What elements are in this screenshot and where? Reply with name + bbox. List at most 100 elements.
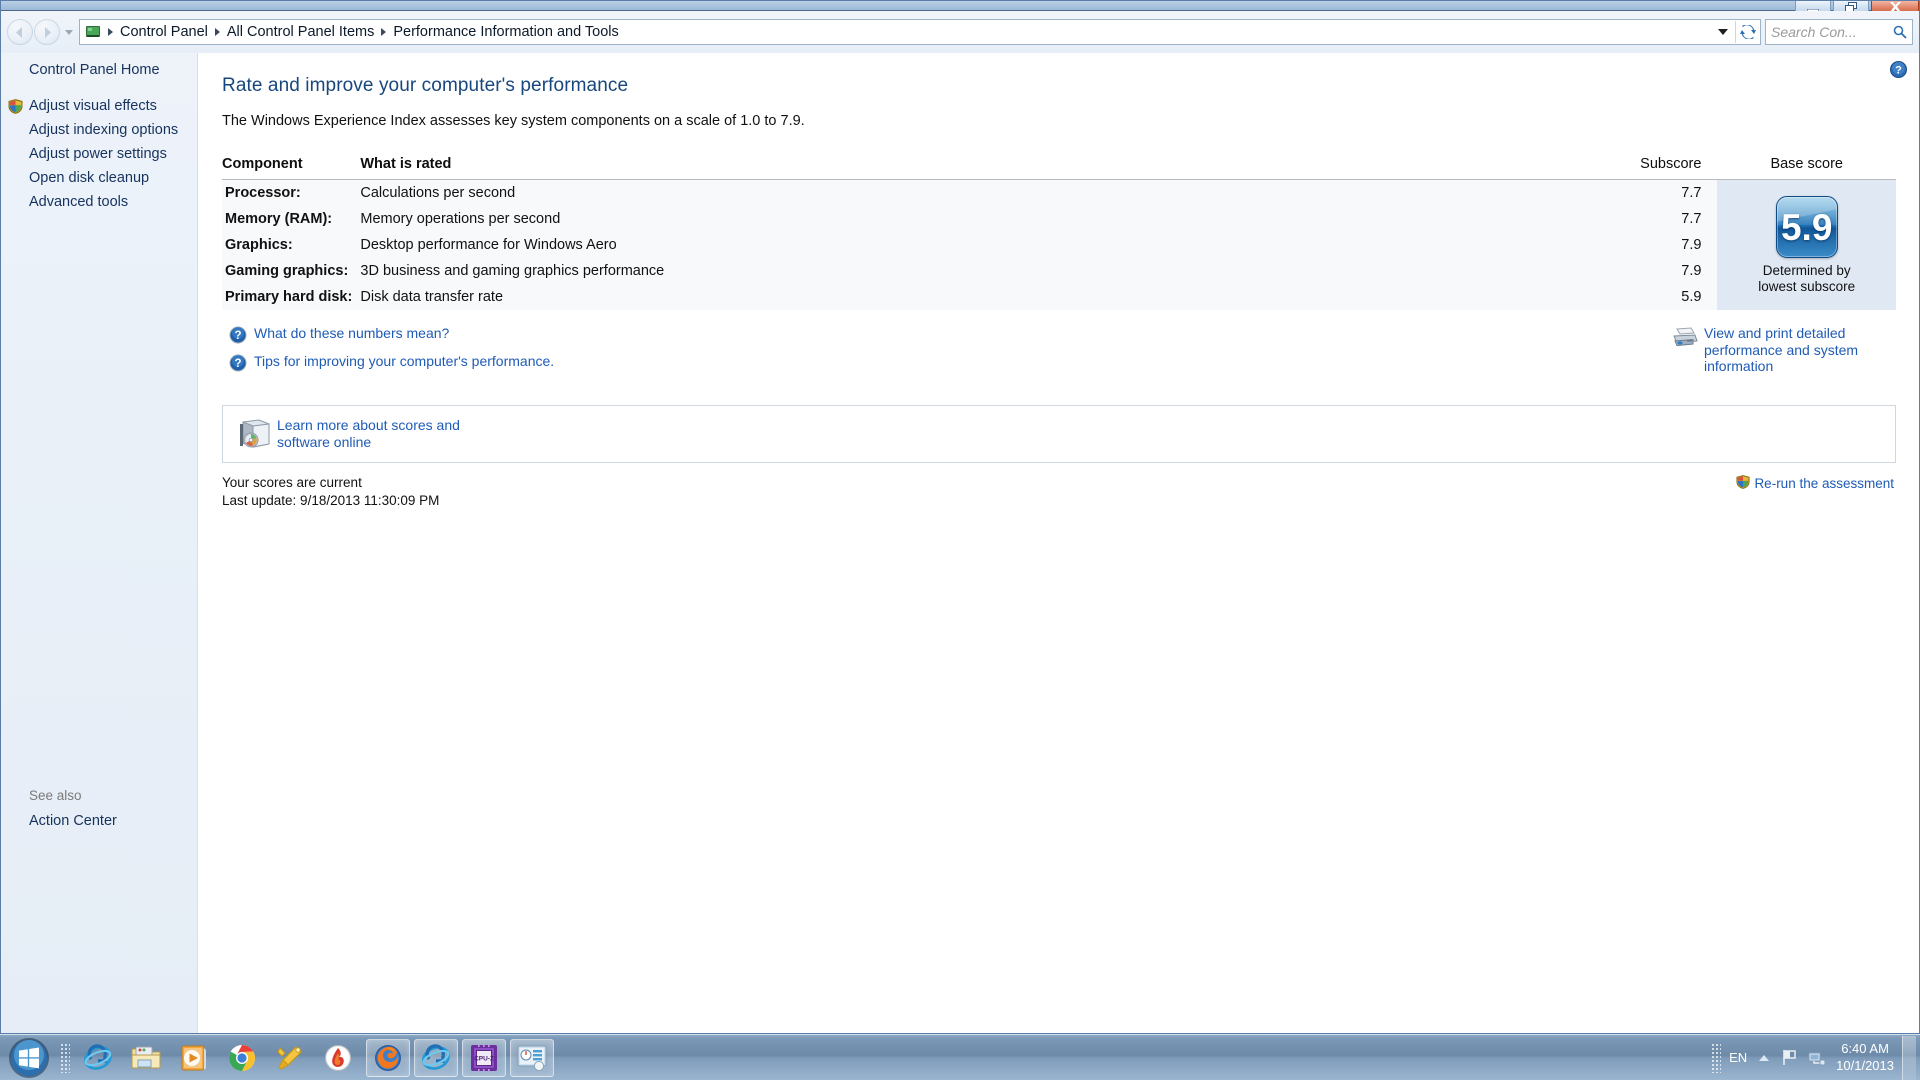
- navigation-bar: Control Panel All Control Panel Items Pe…: [1, 11, 1920, 53]
- base-score-tile: 5.9: [1776, 196, 1838, 258]
- taskbar-icon-internet-explorer[interactable]: [76, 1039, 120, 1077]
- header-component: Component: [222, 156, 360, 180]
- row-component: Memory (RAM):: [222, 206, 360, 232]
- address-dropdown-button[interactable]: [1712, 20, 1734, 44]
- question-mark-icon: ?: [222, 353, 254, 372]
- svg-text:?: ?: [1895, 65, 1902, 77]
- recent-pages-icon[interactable]: [65, 30, 73, 35]
- page-title: Rate and improve your computer's perform…: [222, 75, 1919, 97]
- link-what-numbers-mean[interactable]: ? What do these numbers mean?: [222, 325, 1896, 344]
- taskbar-item-internet-explorer[interactable]: [414, 1039, 458, 1077]
- row-what-is-rated: Disk data transfer rate: [360, 284, 1621, 310]
- link-tips-performance[interactable]: ? Tips for improving your computer's per…: [222, 353, 1896, 372]
- shield-icon: [8, 99, 23, 118]
- table-row: Primary hard disk: Disk data transfer ra…: [222, 284, 1896, 310]
- refresh-button[interactable]: [1735, 21, 1759, 43]
- taskbar-item-cpu-z[interactable]: CPU-Z: [462, 1039, 506, 1077]
- row-what-is-rated: Memory operations per second: [360, 206, 1621, 232]
- sidebar: Control Panel Home Adjust visual effects…: [1, 53, 198, 1033]
- see-also-title: See also: [1, 785, 197, 809]
- link-label: View and print detailed performance and …: [1704, 325, 1894, 375]
- sidebar-item-adjust-visual-effects[interactable]: Adjust visual effects: [1, 94, 197, 118]
- taskbar-icon-tools-utility[interactable]: [268, 1039, 312, 1077]
- system-tray: EN 6:40 AM 10/1/2013: [1711, 1035, 1920, 1081]
- clock-date: 10/1/2013: [1836, 1058, 1894, 1074]
- rerun-label: Re-run the assessment: [1754, 476, 1894, 491]
- action-center-flag-icon[interactable]: [1781, 1049, 1798, 1066]
- chevron-down-icon: [1718, 29, 1728, 35]
- table-row: Gaming graphics: 3D business and gaming …: [222, 258, 1896, 284]
- network-icon[interactable]: [1808, 1050, 1826, 1066]
- forward-button[interactable]: [34, 19, 60, 45]
- status-scores-current: Your scores are current: [222, 474, 1896, 492]
- show-desktop-button[interactable]: [1902, 1036, 1916, 1080]
- rerun-assessment-button[interactable]: Re-run the assessment: [1736, 475, 1894, 492]
- sidebar-item-adjust-indexing-options[interactable]: Adjust indexing options: [1, 118, 197, 142]
- breadcrumb: Control Panel All Control Panel Items Pe…: [105, 22, 623, 42]
- address-bar[interactable]: Control Panel All Control Panel Items Pe…: [79, 19, 1761, 45]
- sidebar-item-open-disk-cleanup[interactable]: Open disk cleanup: [1, 166, 197, 190]
- page-subtitle: The Windows Experience Index assesses ke…: [222, 113, 1919, 129]
- taskbar: CPU-Z EN: [0, 1034, 1920, 1080]
- breadcrumb-separator-icon: [381, 28, 386, 36]
- printer-icon: [1666, 325, 1704, 349]
- see-also-section: See also Action Center: [1, 785, 197, 833]
- svg-text:CPU-Z: CPU-Z: [474, 1055, 494, 1062]
- link-label: Learn more about scores and software onl…: [277, 417, 487, 450]
- back-button[interactable]: [7, 19, 33, 45]
- learn-more-box[interactable]: Learn more about scores and software onl…: [222, 405, 1896, 463]
- software-box-icon: [235, 418, 277, 450]
- content-pane: ? Rate and improve your computer's perfo…: [199, 53, 1919, 1033]
- start-button[interactable]: [2, 1037, 56, 1079]
- base-score-value: 5.9: [1781, 209, 1832, 246]
- control-panel-window: Control Panel All Control Panel Items Pe…: [0, 0, 1920, 1034]
- taskbar-icon-windows-explorer[interactable]: [124, 1039, 168, 1077]
- taskbar-icon-google-chrome[interactable]: [220, 1039, 264, 1077]
- sidebar-item-advanced-tools[interactable]: Advanced tools: [1, 190, 197, 214]
- row-subscore: 7.9: [1621, 258, 1717, 284]
- base-score-caption: Determined by lowest subscore: [1752, 263, 1862, 295]
- control-panel-icon: [85, 24, 101, 40]
- performance-table: Component What is rated Subscore Base sc…: [222, 156, 1896, 310]
- row-component: Gaming graphics:: [222, 258, 360, 284]
- taskbar-icon-windows-media-player[interactable]: [172, 1039, 216, 1077]
- search-box[interactable]: Search Con...: [1765, 19, 1913, 45]
- breadcrumb-item-all-items[interactable]: All Control Panel Items: [223, 22, 378, 42]
- sidebar-item-adjust-power-settings[interactable]: Adjust power settings: [1, 142, 197, 166]
- breadcrumb-item-control-panel[interactable]: Control Panel: [116, 22, 212, 42]
- search-input[interactable]: Search Con...: [1771, 24, 1857, 40]
- clock[interactable]: 6:40 AM 10/1/2013: [1836, 1041, 1894, 1074]
- taskbar-item-mozilla-firefox[interactable]: [366, 1039, 410, 1077]
- show-hidden-icons-button[interactable]: [1759, 1055, 1769, 1061]
- tray-language-indicator[interactable]: EN: [1729, 1050, 1747, 1065]
- help-button[interactable]: ?: [1890, 61, 1907, 83]
- nav-buttons: [1, 19, 79, 45]
- link-label: What do these numbers mean?: [254, 325, 449, 342]
- table-row: Memory (RAM): Memory operations per seco…: [222, 206, 1896, 232]
- sidebar-item-control-panel-home[interactable]: Control Panel Home: [1, 58, 197, 82]
- taskbar-pinned-icons: [76, 1039, 360, 1077]
- row-component: Graphics:: [222, 232, 360, 258]
- header-base-score: Base score: [1717, 156, 1896, 180]
- row-what-is-rated: Desktop performance for Windows Aero: [360, 232, 1621, 258]
- link-view-print-details[interactable]: View and print detailed performance and …: [1666, 325, 1894, 375]
- taskbar-item-performance-information-tools[interactable]: [510, 1039, 554, 1077]
- refresh-icon: [1740, 25, 1756, 39]
- question-mark-icon: ?: [222, 325, 254, 344]
- row-component: Primary hard disk:: [222, 284, 360, 310]
- breadcrumb-item-performance[interactable]: Performance Information and Tools: [389, 22, 622, 42]
- svg-text:?: ?: [234, 358, 241, 370]
- tray-grip[interactable]: [1711, 1043, 1721, 1073]
- taskbar-grip[interactable]: [60, 1043, 70, 1073]
- row-what-is-rated: Calculations per second: [360, 180, 1621, 207]
- breadcrumb-separator-icon: [215, 28, 220, 36]
- sidebar-item-action-center[interactable]: Action Center: [1, 809, 197, 833]
- taskbar-icon-nero-burning[interactable]: [316, 1039, 360, 1077]
- shield-icon: [1736, 475, 1750, 492]
- header-what-is-rated: What is rated: [360, 156, 1621, 180]
- window-titlebar: [1, 1, 1920, 11]
- row-component: Processor:: [222, 180, 360, 207]
- row-subscore: 5.9: [1621, 284, 1717, 310]
- row-subscore: 7.9: [1621, 232, 1717, 258]
- row-what-is-rated: 3D business and gaming graphics performa…: [360, 258, 1621, 284]
